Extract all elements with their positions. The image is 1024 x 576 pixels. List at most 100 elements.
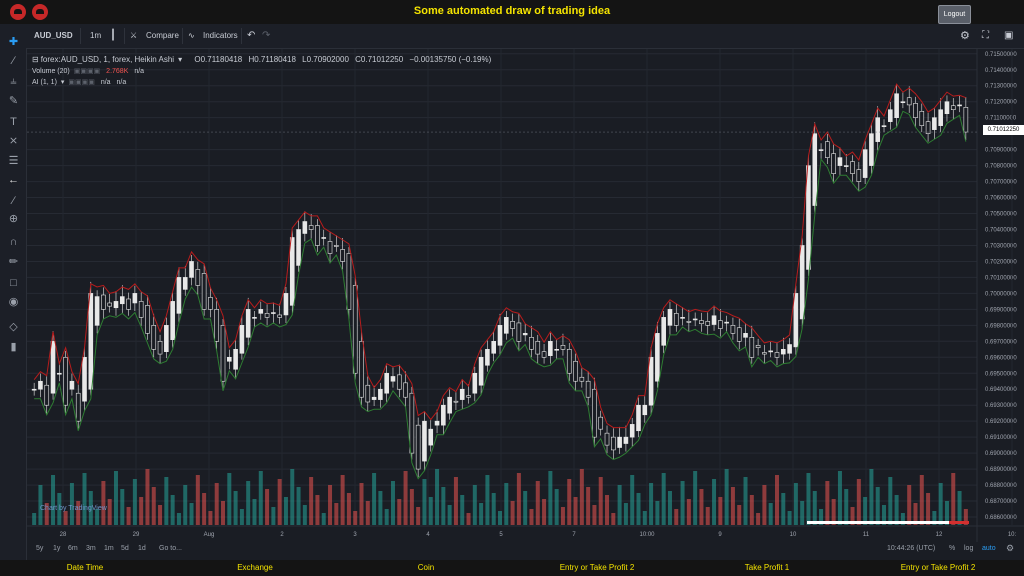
range-3m[interactable]: 3m bbox=[86, 545, 96, 552]
back-arrow-icon[interactable]: ← bbox=[7, 174, 20, 187]
volume-bar bbox=[957, 491, 962, 525]
volume-bar bbox=[642, 511, 647, 525]
compare-icon[interactable]: ⚔ bbox=[130, 24, 137, 48]
percent-toggle[interactable]: % bbox=[949, 545, 955, 552]
volume-bar bbox=[611, 513, 616, 525]
indicators-icon[interactable]: ∿ bbox=[188, 24, 195, 48]
open-value: O0.71180418 bbox=[194, 55, 243, 64]
range-5y[interactable]: 5y bbox=[36, 545, 43, 552]
trash-icon[interactable]: ▮ bbox=[7, 341, 20, 354]
volume-bar bbox=[630, 475, 635, 525]
price-tick: 0.69000000 bbox=[985, 451, 1017, 457]
page-title: Some automated draw of trading idea bbox=[413, 5, 611, 17]
compare-button[interactable]: Compare bbox=[146, 24, 179, 48]
ruler-icon[interactable]: ∕ bbox=[7, 195, 20, 208]
magnet-icon[interactable]: ∩ bbox=[7, 236, 20, 249]
volume-bar bbox=[674, 509, 679, 525]
auto-toggle[interactable]: auto bbox=[982, 545, 996, 552]
volume-bar bbox=[787, 511, 792, 525]
volume-bar bbox=[132, 479, 137, 525]
volume-bar bbox=[202, 493, 207, 525]
legend-buttons-icon[interactable]: ▣▣▣▣ bbox=[74, 68, 100, 75]
range-5d[interactable]: 5d bbox=[121, 545, 129, 552]
candle-type-icon[interactable]: ┃ bbox=[110, 24, 116, 48]
candle-body bbox=[101, 294, 106, 310]
zoom-icon[interactable]: ⊕ bbox=[7, 213, 20, 226]
goto-button[interactable]: Go to... bbox=[159, 545, 182, 552]
indicators-button[interactable]: Indicators bbox=[203, 24, 238, 48]
candle-body bbox=[932, 117, 937, 130]
volume-bar bbox=[183, 485, 188, 525]
volume-bar bbox=[416, 507, 421, 525]
interval-selector[interactable]: 1m bbox=[90, 24, 101, 48]
volume-bar bbox=[479, 503, 484, 525]
undo-icon[interactable]: ↶ bbox=[247, 24, 255, 48]
volume-bar bbox=[403, 471, 408, 525]
prediction-icon[interactable]: ☰ bbox=[7, 155, 20, 168]
volume-bar bbox=[82, 473, 87, 525]
camera-icon[interactable]: ▣ bbox=[1004, 24, 1013, 48]
candle-body bbox=[75, 392, 81, 422]
candle-body bbox=[459, 388, 465, 400]
range-1y[interactable]: 1y bbox=[53, 545, 60, 552]
price-tick: 0.70500000 bbox=[985, 212, 1017, 218]
settings-icon[interactable]: ⚙ bbox=[1006, 543, 1014, 554]
volume-bar bbox=[246, 481, 251, 525]
candle-body bbox=[119, 296, 125, 305]
eye-icon[interactable]: ◉ bbox=[7, 296, 20, 309]
range-6m[interactable]: 6m bbox=[68, 545, 78, 552]
fib-icon[interactable]: ⫨ bbox=[7, 75, 20, 88]
candle-body bbox=[875, 117, 881, 142]
volume-bar bbox=[548, 471, 553, 525]
volume-bar bbox=[208, 511, 213, 525]
dropdown-icon[interactable]: ▾ bbox=[178, 55, 182, 64]
candle-body bbox=[573, 360, 578, 382]
volume-bar bbox=[825, 481, 830, 525]
candle-body bbox=[730, 325, 736, 334]
utc-clock[interactable]: 10:44:26 (UTC) bbox=[887, 545, 935, 552]
candle-body bbox=[88, 293, 94, 390]
range-1d[interactable]: 1d bbox=[138, 545, 146, 552]
volume-bar bbox=[680, 481, 685, 525]
legend-collapse-icon[interactable]: ⊟ bbox=[32, 55, 39, 64]
selection-end bbox=[949, 521, 969, 524]
candle-body bbox=[812, 133, 818, 206]
layers-icon[interactable]: ◇ bbox=[7, 321, 20, 334]
legend-buttons-icon[interactable]: ▣▣▣▣ bbox=[68, 79, 94, 86]
dropdown-icon[interactable]: ▾ bbox=[61, 79, 65, 86]
candle-body bbox=[170, 301, 175, 341]
volume-bar bbox=[516, 473, 521, 525]
fullscreen-icon[interactable]: ⛶ bbox=[982, 24, 989, 48]
settings-icon[interactable]: ⚙ bbox=[960, 24, 970, 48]
candle-body bbox=[780, 348, 786, 355]
volume-label[interactable]: Volume (20) bbox=[32, 68, 70, 75]
candle-body bbox=[806, 165, 811, 270]
volume-bar bbox=[724, 469, 729, 525]
candle-body bbox=[258, 309, 264, 314]
lock-pencil-icon[interactable]: ✏ bbox=[7, 256, 20, 269]
log-toggle[interactable]: log bbox=[964, 545, 973, 552]
candle-body bbox=[516, 322, 522, 342]
brush-icon[interactable]: ✎ bbox=[7, 95, 20, 108]
pattern-icon[interactable]: ⨯ bbox=[7, 135, 20, 148]
top-bar: Some automated draw of trading idea Logo… bbox=[0, 0, 1024, 24]
redo-icon[interactable]: ↷ bbox=[262, 24, 270, 48]
series-title[interactable]: forex:AUD_USD, 1, forex, Heikin Ashi bbox=[41, 55, 174, 64]
candle-body bbox=[227, 356, 232, 362]
price-chart[interactable]: 0.71500000 0.71400000 0.71300000 0.71200000… bbox=[27, 49, 1024, 542]
text-tool-icon[interactable]: T bbox=[7, 116, 20, 129]
ai-legend: AI (1, 1) ▾ ▣▣▣▣ n/a n/a bbox=[32, 78, 130, 86]
range-1m[interactable]: 1m bbox=[104, 545, 114, 552]
lock-icon[interactable]: □ bbox=[7, 277, 20, 290]
ai-label[interactable]: AI (1, 1) bbox=[32, 79, 57, 86]
candle-body bbox=[164, 325, 169, 352]
crosshair-icon[interactable]: ✚ bbox=[7, 36, 20, 49]
trend-line-icon[interactable]: ∕ bbox=[7, 55, 20, 68]
price-tick: 0.70700000 bbox=[985, 180, 1017, 186]
logout-button[interactable]: Logout bbox=[938, 5, 971, 24]
candle-body bbox=[736, 327, 742, 342]
high-value: H0.71180418 bbox=[248, 55, 296, 64]
symbol-search[interactable]: AUD_USD bbox=[34, 24, 73, 48]
volume-bar bbox=[158, 505, 163, 525]
candle-body bbox=[913, 103, 918, 118]
